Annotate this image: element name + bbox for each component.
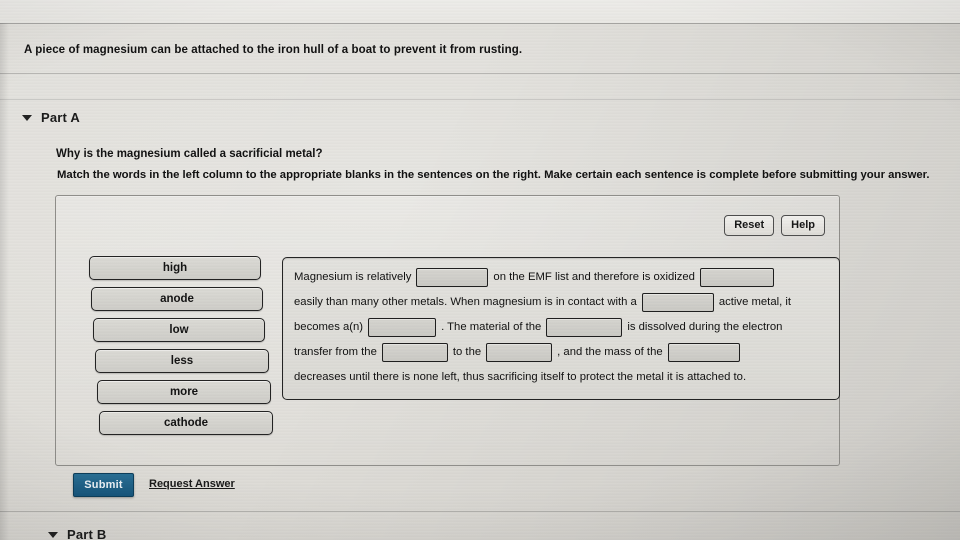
part-a-question: Why is the magnesium called a sacrificia…	[56, 148, 323, 160]
blank-slot-7[interactable]	[486, 343, 553, 362]
divider-top	[0, 23, 960, 24]
help-button[interactable]: Help	[781, 215, 825, 237]
panel-toolbar: Reset Help	[724, 215, 825, 237]
word-tile-low[interactable]: low	[93, 318, 265, 342]
sentence-text-4c: , and the mass of the	[557, 346, 663, 359]
sentence-line-5: decreases until there is none left, thus…	[294, 365, 828, 390]
sentence-line-4: transfer from the to the , and the mass …	[294, 340, 828, 365]
divider-above-part-b	[0, 511, 960, 512]
divider-under-statement	[0, 73, 960, 74]
caret-down-icon[interactable]	[48, 531, 58, 538]
blank-slot-1[interactable]	[416, 268, 489, 287]
part-b-label: Part B	[67, 527, 107, 540]
blank-slot-4[interactable]	[368, 318, 437, 337]
sentence-text-3a: becomes a(n)	[294, 321, 364, 334]
sentence-text-5a: decreases until there is none left, thus…	[294, 371, 747, 384]
caret-down-icon[interactable]	[22, 114, 32, 121]
screen: A piece of magnesium can be attached to …	[0, 0, 960, 540]
sentence-text-4b: to the	[452, 346, 482, 359]
part-b-header[interactable]: Part B	[48, 527, 107, 540]
sentence-line-1: Magnesium is relatively on the EMF list …	[294, 265, 828, 290]
sentence-text-3b: . The material of the	[441, 321, 542, 334]
part-a-label: Part A	[41, 110, 81, 125]
word-tile-anode[interactable]: anode	[91, 287, 263, 311]
blank-slot-2[interactable]	[699, 268, 774, 287]
sentence-drop-area: Magnesium is relatively on the EMF list …	[282, 257, 840, 400]
word-tile-less[interactable]: less	[95, 349, 269, 373]
blank-slot-5[interactable]	[546, 318, 623, 337]
word-tile-cathode[interactable]: cathode	[99, 411, 273, 435]
blank-slot-3[interactable]	[641, 293, 714, 312]
submit-button[interactable]: Submit	[73, 473, 134, 497]
part-a-instruction: Match the words in the left column to th…	[57, 169, 930, 181]
reset-button[interactable]: Reset	[724, 215, 775, 237]
sentence-line-2: easily than many other metals. When magn…	[294, 290, 828, 315]
part-a-header[interactable]: Part A	[22, 110, 80, 125]
sentence-text-2a: easily than many other metals. When magn…	[294, 296, 637, 309]
word-tile-high[interactable]: high	[89, 256, 261, 280]
word-tile-more[interactable]: more	[97, 380, 271, 404]
sentence-text-2b: active metal, it	[718, 296, 792, 309]
word-bank: high anode low less more cathode	[89, 256, 304, 442]
request-answer-link[interactable]: Request Answer	[149, 478, 235, 490]
sentence-text-1a: Magnesium is relatively	[294, 271, 412, 284]
problem-statement: A piece of magnesium can be attached to …	[24, 44, 523, 56]
screen-left-shadow	[0, 23, 9, 540]
sentence-line-3: becomes a(n) . The material of the is di…	[294, 315, 828, 340]
sentence-text-3c: is dissolved during the electron	[627, 321, 783, 334]
blank-slot-6[interactable]	[381, 343, 448, 362]
top-band	[0, 0, 960, 23]
blank-slot-8[interactable]	[667, 343, 740, 362]
matching-exercise-panel: Reset Help high anode low less more cath…	[55, 195, 840, 466]
divider-above-part-a	[0, 99, 960, 100]
sentence-text-1b: on the EMF list and therefore is oxidize…	[493, 271, 695, 284]
sentence-text-4a: transfer from the	[294, 346, 377, 359]
